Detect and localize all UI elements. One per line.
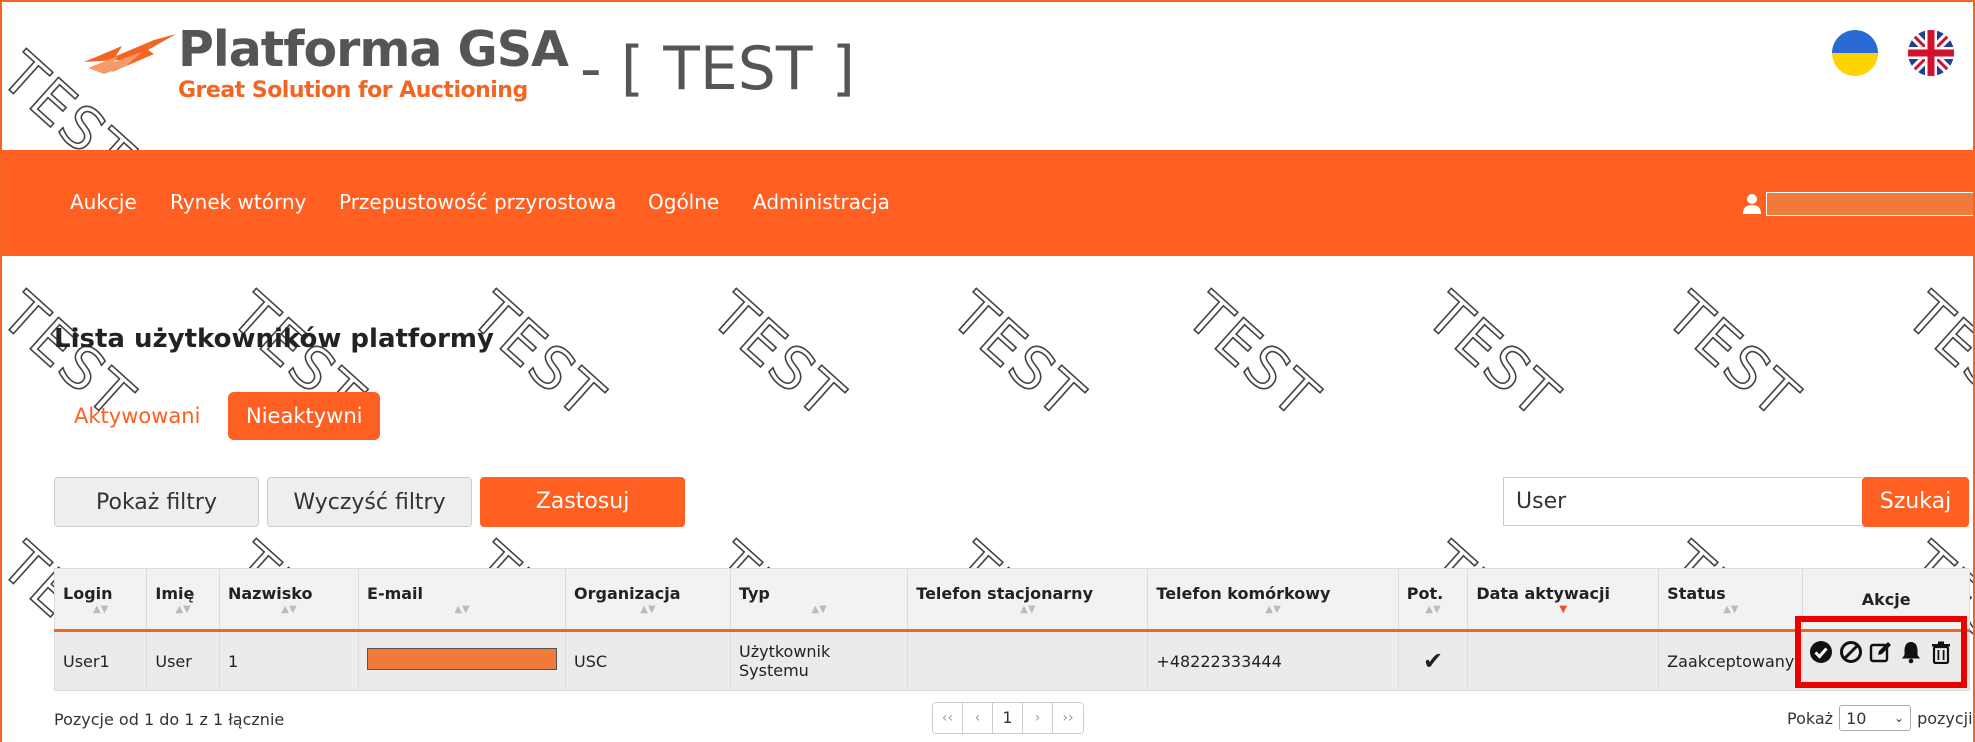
- nav-item-administracja[interactable]: Administracja: [753, 190, 890, 214]
- cell-status: Zaakceptowany: [1658, 630, 1804, 691]
- cell-last-name: 1: [218, 630, 360, 691]
- cell-activation-date: [1467, 630, 1660, 691]
- trash-icon[interactable]: [1929, 640, 1953, 664]
- watermark-text: TEST: [938, 279, 1098, 433]
- table-header-row: Login ▲▼ Imię ▲▼ Nazwisko ▲▼ E-mail ▲▼ Organ…: [53, 568, 1970, 632]
- pagination-info: Pozycje od 1 do 1 z 1 łącznie: [54, 710, 285, 729]
- sort-icon: ▲▼: [1020, 603, 1036, 615]
- sort-icon: ▲▼: [281, 603, 297, 615]
- prev-page-button[interactable]: ‹: [963, 703, 993, 733]
- apply-button[interactable]: Zastosuj: [480, 477, 685, 527]
- page-1-button[interactable]: 1: [993, 703, 1023, 733]
- nav-item-ogolne[interactable]: Ogólne: [648, 190, 719, 214]
- column-header-data-aktywacji[interactable]: Data aktywacji ▼: [1467, 568, 1660, 632]
- edit-icon[interactable]: [1869, 640, 1893, 664]
- logo-title: Platforma GSA: [178, 21, 569, 78]
- cell-mobile: +48222333444: [1147, 630, 1399, 691]
- cell-organization: USC: [565, 630, 731, 691]
- cell-actions: [1795, 616, 1970, 691]
- user-menu[interactable]: [1742, 192, 1973, 216]
- search-button[interactable]: Szukaj: [1862, 477, 1969, 527]
- user-name-redacted: [1766, 192, 1973, 216]
- logo-subtitle: Great Solution for Auctioning: [178, 78, 528, 103]
- last-page-button[interactable]: ››: [1053, 703, 1083, 733]
- watermark-text: TEST: [1413, 279, 1573, 433]
- environment-label: - [ TEST ]: [580, 34, 855, 104]
- ukraine-flag-icon[interactable]: [1832, 30, 1878, 76]
- watermark-text: TEST: [1653, 279, 1813, 433]
- page-size-value: 10: [1846, 708, 1867, 728]
- show-label: Pokaż: [1787, 708, 1834, 728]
- sort-icon: ▲▼: [1723, 603, 1739, 615]
- table-row[interactable]: User1 User 1 USC Użytkownik Systemu +482…: [53, 616, 1970, 691]
- bell-icon[interactable]: [1899, 640, 1923, 664]
- column-header-login[interactable]: Login ▲▼: [53, 568, 148, 632]
- sort-icon: ▲▼: [454, 603, 470, 615]
- main-nav: Aukcje Rynek wtórny Przepustowość przyro…: [2, 150, 1973, 256]
- sort-icon: ▲▼: [1265, 603, 1281, 615]
- uk-flag-icon[interactable]: [1908, 30, 1954, 76]
- cell-type: Użytkownik Systemu: [729, 630, 909, 691]
- sort-icon: ▲▼: [175, 603, 191, 615]
- watermark-text: TEST: [1893, 279, 1975, 433]
- users-table: Login ▲▼ Imię ▲▼ Nazwisko ▲▼ E-mail ▲▼ Organ…: [53, 568, 1970, 691]
- next-page-button[interactable]: ›: [1023, 703, 1053, 733]
- column-header-status[interactable]: Status ▲▼: [1658, 568, 1804, 632]
- page-size-control: Pokaż 10 ⌄ pozycji: [1787, 705, 1973, 731]
- column-header-email[interactable]: E-mail ▲▼: [358, 568, 567, 632]
- column-header-typ[interactable]: Typ ▲▼: [729, 568, 909, 632]
- pagination: ‹‹ ‹ 1 › ››: [932, 702, 1084, 734]
- approve-icon[interactable]: [1809, 640, 1833, 664]
- sort-icon: ▲▼: [1425, 603, 1441, 615]
- cell-first-name: User: [146, 630, 220, 691]
- tab-aktywowani[interactable]: Aktywowani: [56, 392, 218, 440]
- cell-login: User1: [53, 630, 148, 691]
- column-header-pot[interactable]: Pot. ▲▼: [1397, 568, 1469, 632]
- column-header-telefon-komorkowy[interactable]: Telefon komórkowy ▲▼: [1147, 568, 1399, 632]
- column-header-nazwisko[interactable]: Nazwisko ▲▼: [218, 568, 360, 632]
- watermark-text: TEST: [698, 279, 858, 433]
- page-size-select[interactable]: 10 ⌄: [1839, 705, 1912, 731]
- column-header-imie[interactable]: Imię ▲▼: [146, 568, 220, 632]
- nav-item-przepustowosc[interactable]: Przepustowość przyrostowa: [339, 190, 616, 214]
- column-header-organizacja[interactable]: Organizacja ▲▼: [565, 568, 731, 632]
- block-icon[interactable]: [1839, 640, 1863, 664]
- first-page-button[interactable]: ‹‹: [933, 703, 963, 733]
- sort-desc-icon: ▼: [1559, 603, 1568, 615]
- column-header-telefon-stacjonarny[interactable]: Telefon stacjonarny ▲▼: [907, 568, 1149, 632]
- tab-nieaktywni[interactable]: Nieaktywni: [228, 392, 381, 440]
- cell-landline: [907, 630, 1149, 691]
- cell-email: [358, 630, 567, 691]
- sort-icon: ▲▼: [811, 603, 827, 615]
- actions-highlight-box: [1795, 616, 1968, 688]
- email-redacted: [367, 648, 558, 670]
- chevron-down-icon: ⌄: [1894, 711, 1905, 725]
- watermark-text: TEST: [458, 279, 618, 433]
- clear-filters-button[interactable]: Wyczyść filtry: [267, 477, 472, 527]
- page-title: Lista użytkowników platformy: [54, 324, 494, 354]
- watermark-text: TEST: [1173, 279, 1333, 433]
- sort-icon: ▲▼: [92, 603, 109, 615]
- app-frame: TEST TEST TEST TEST TEST TEST TEST TEST …: [0, 0, 1975, 742]
- user-icon: [1743, 194, 1761, 214]
- nav-item-rynek-wtorny[interactable]: Rynek wtórny: [170, 190, 306, 214]
- sort-icon: ▲▼: [640, 603, 656, 615]
- logo-text: Platforma GSA Great Solution for Auction…: [178, 21, 569, 104]
- confirmed-check-icon: ✔: [1397, 630, 1469, 691]
- nav-item-aukcje[interactable]: Aukcje: [70, 190, 137, 214]
- logo[interactable]: Platforma GSA Great Solution for Auction…: [82, 21, 569, 104]
- items-label: pozycji: [1917, 708, 1973, 728]
- search-input[interactable]: User: [1503, 477, 1862, 526]
- show-filters-button[interactable]: Pokaż filtry: [54, 477, 259, 527]
- logo-mark-icon: [84, 34, 176, 74]
